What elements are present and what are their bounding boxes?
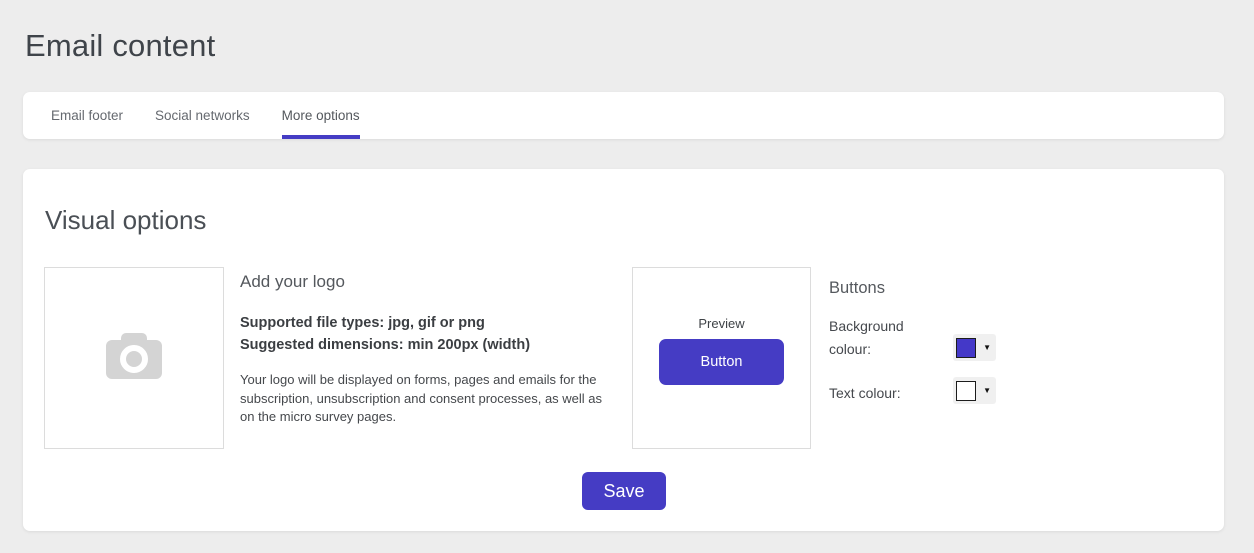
tab-email-footer[interactable]: Email footer xyxy=(51,92,123,139)
camera-icon xyxy=(106,333,162,384)
section-heading: Visual options xyxy=(45,205,206,236)
button-preview-box: Preview Button xyxy=(632,267,811,449)
tab-email-footer-label: Email footer xyxy=(51,108,123,123)
tab-social-networks-label: Social networks xyxy=(155,108,250,123)
chevron-down-icon: ▼ xyxy=(983,387,991,395)
text-colour-picker[interactable]: ▼ xyxy=(953,377,996,404)
preview-label: Preview xyxy=(698,316,744,331)
logo-requirements: Supported file types: jpg, gif or png Su… xyxy=(240,313,632,356)
buttons-section-heading: Buttons xyxy=(829,279,885,298)
background-colour-swatch xyxy=(956,338,976,358)
visual-options-card: Visual options Add your logo Supported f… xyxy=(23,169,1224,531)
tab-bar: Email footer Social networks More option… xyxy=(23,92,1224,139)
logo-heading: Add your logo xyxy=(240,272,632,292)
chevron-down-icon: ▼ xyxy=(983,344,991,352)
tab-social-networks[interactable]: Social networks xyxy=(155,92,250,139)
tab-more-options[interactable]: More options xyxy=(282,92,360,139)
active-tab-underline xyxy=(282,135,360,139)
page-title: Email content xyxy=(25,28,215,64)
suggested-dimensions: Suggested dimensions: min 200px (width) xyxy=(240,335,632,357)
logo-description: Your logo will be displayed on forms, pa… xyxy=(240,371,619,427)
text-colour-label: Text colour: xyxy=(829,382,959,405)
save-button[interactable]: Save xyxy=(582,472,666,510)
logo-instructions: Add your logo Supported file types: jpg,… xyxy=(240,272,632,427)
tab-more-options-label: More options xyxy=(282,108,360,123)
background-colour-picker[interactable]: ▼ xyxy=(953,334,996,361)
supported-file-types: Supported file types: jpg, gif or png xyxy=(240,313,632,335)
preview-button: Button xyxy=(659,339,784,385)
background-colour-label: Background colour: xyxy=(829,315,924,361)
logo-upload-box[interactable] xyxy=(44,267,224,449)
text-colour-swatch xyxy=(956,381,976,401)
